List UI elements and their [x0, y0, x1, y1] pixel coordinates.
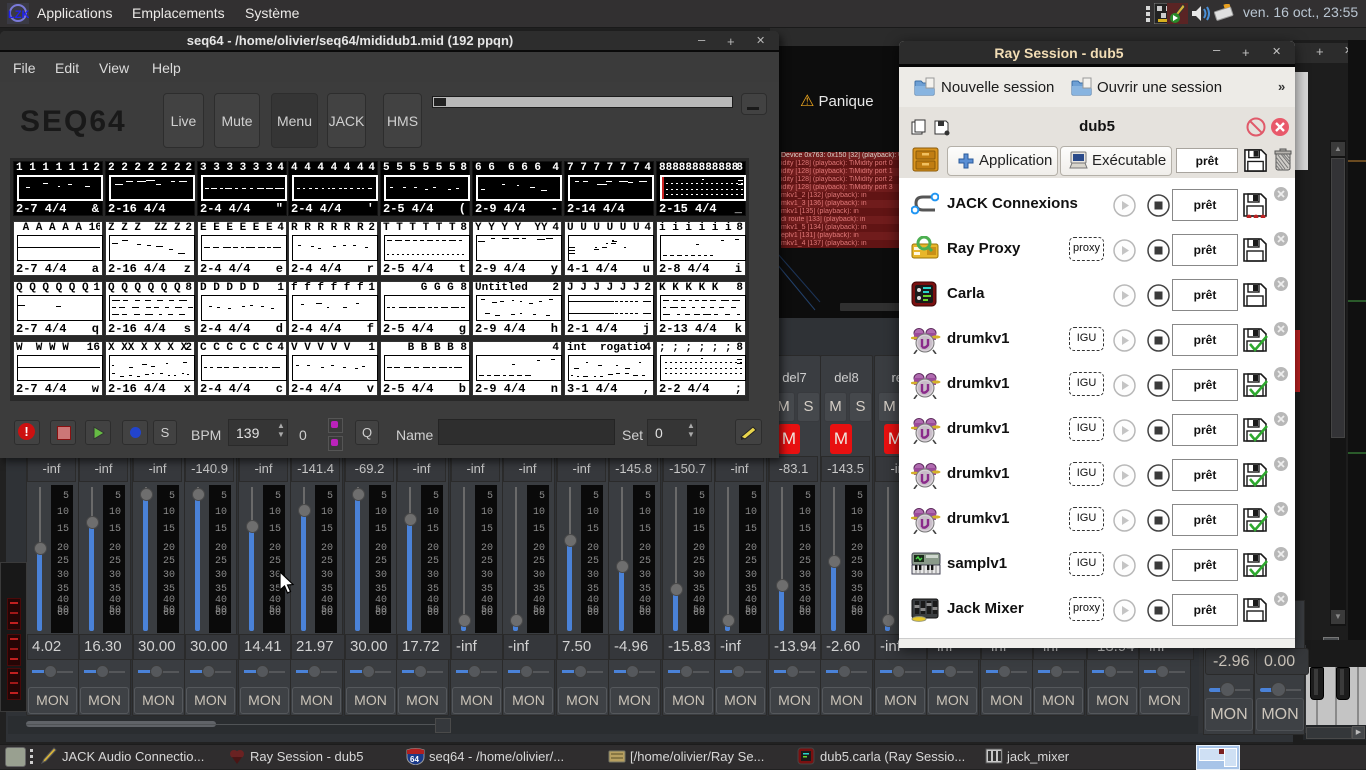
svg-text:LZK: LZK: [8, 9, 29, 21]
svg-text:64: 64: [410, 755, 419, 764]
